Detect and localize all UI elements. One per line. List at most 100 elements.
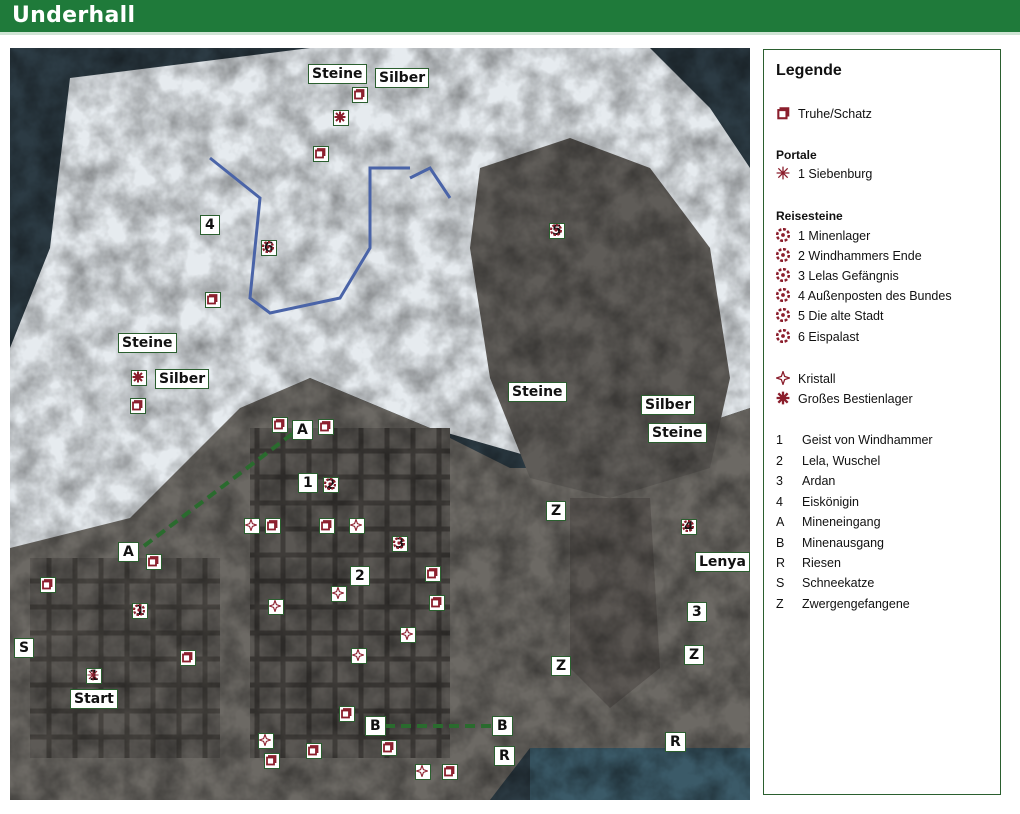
legend-key: 3 bbox=[776, 474, 783, 488]
travel-stone-icon bbox=[776, 268, 790, 282]
beast-camp-icon[interactable] bbox=[333, 110, 349, 126]
beast-camp-icon[interactable] bbox=[131, 370, 147, 386]
legend-key: 4 bbox=[776, 495, 783, 509]
legend-label: Lela, Wuschel bbox=[802, 454, 881, 468]
map-area[interactable]: Steine Silber Steine Silber Steine Silbe… bbox=[10, 48, 750, 800]
label-snowcat-s: S bbox=[14, 638, 35, 658]
travel-stone-marker[interactable]: 5 bbox=[549, 223, 565, 239]
crystal-icon[interactable] bbox=[258, 733, 274, 749]
chest-icon[interactable] bbox=[313, 146, 329, 162]
label-start: Start bbox=[70, 689, 118, 709]
label-silber-north: Silber bbox=[375, 68, 430, 88]
legend-label: Schneekatze bbox=[802, 576, 875, 590]
chest-icon[interactable] bbox=[264, 753, 280, 769]
crystal-icon[interactable] bbox=[331, 586, 347, 602]
crystal-icon[interactable] bbox=[349, 518, 365, 534]
legend-label: 2 Windhammers Ende bbox=[798, 249, 922, 263]
travel-stone-marker[interactable]: 3 bbox=[392, 536, 408, 552]
legend-item-stone: 3 Lelas Gefängnis bbox=[776, 268, 899, 284]
chest-icon[interactable] bbox=[205, 292, 221, 308]
legend-key-row: A Mineneingang bbox=[776, 514, 881, 530]
legend-label: 1 Siebenburg bbox=[798, 167, 873, 181]
legend-key: A bbox=[776, 515, 785, 529]
legend-key-row: Z Zwergengefangene bbox=[776, 596, 910, 612]
chest-icon[interactable] bbox=[130, 398, 146, 414]
legend-label: Zwergengefangene bbox=[802, 597, 910, 611]
legend-label: Großes Bestienlager bbox=[798, 392, 913, 406]
travel-stone-icon bbox=[776, 248, 790, 262]
legend-item-beast-camp: Großes Bestienlager bbox=[776, 391, 913, 407]
label-dwarves-z-2: Z bbox=[551, 656, 572, 676]
label-steine-center: Steine bbox=[508, 382, 567, 402]
chest-icon[interactable] bbox=[339, 706, 355, 722]
legend-key-row: S Schneekatze bbox=[776, 575, 874, 591]
legend-label: Truhe/Schatz bbox=[798, 107, 872, 121]
chest-icon[interactable] bbox=[146, 554, 162, 570]
label-silber-east: Silber bbox=[641, 395, 696, 415]
chest-icon[interactable] bbox=[272, 417, 288, 433]
legend-item-stone: 4 Außenposten des Bundes bbox=[776, 288, 952, 304]
legend-key: S bbox=[776, 576, 785, 590]
label-giants-r-2: R bbox=[665, 732, 686, 752]
legend-label: 5 Die alte Stadt bbox=[798, 309, 884, 323]
label-npc-3: 3 bbox=[687, 602, 707, 622]
legend-key: R bbox=[776, 556, 786, 570]
legend-key: 1 bbox=[776, 433, 783, 447]
travel-stone-marker[interactable]: 4 bbox=[681, 519, 697, 535]
travel-stone-icon bbox=[776, 228, 790, 242]
legend-panel: Legende Truhe/Schatz Portale 1 Siebenbur… bbox=[763, 49, 1001, 795]
chest-icon[interactable] bbox=[318, 419, 334, 435]
chest-icon[interactable] bbox=[180, 650, 196, 666]
title-underline bbox=[0, 32, 1020, 35]
legend-key-row: 2 Lela, Wuschel bbox=[776, 453, 880, 469]
travel-stone-marker[interactable]: 1 bbox=[132, 603, 148, 619]
label-mine-exit-b: B bbox=[365, 716, 386, 736]
page-title: Underhall bbox=[12, 3, 136, 28]
chest-icon[interactable] bbox=[40, 577, 56, 593]
legend-key-row: 3 Ardan bbox=[776, 473, 835, 489]
crystal-icon[interactable] bbox=[415, 764, 431, 780]
crystal-icon[interactable] bbox=[351, 648, 367, 664]
chest-icon[interactable] bbox=[352, 87, 368, 103]
label-mine-entrance-a: A bbox=[292, 420, 313, 440]
label-silber-west: Silber bbox=[155, 369, 210, 389]
legend-label: 4 Außenposten des Bundes bbox=[798, 289, 952, 303]
legend-title: Legende bbox=[776, 62, 842, 79]
travel-stone-marker[interactable]: 2 bbox=[323, 477, 339, 493]
chest-icon[interactable] bbox=[306, 743, 322, 759]
label-steine-north: Steine bbox=[308, 64, 367, 84]
travel-stone-marker[interactable]: 6 bbox=[261, 240, 277, 256]
legend-key: Z bbox=[776, 597, 784, 611]
legend-label: Minenausgang bbox=[802, 536, 885, 550]
crystal-icon[interactable] bbox=[400, 627, 416, 643]
label-mine-exit-b-2: B bbox=[492, 716, 513, 736]
legend-label: Kristall bbox=[798, 372, 836, 386]
portal-marker[interactable]: 1 bbox=[86, 668, 102, 684]
legend-label: Ardan bbox=[802, 474, 836, 488]
chest-icon[interactable] bbox=[425, 566, 441, 582]
legend-key: 2 bbox=[776, 454, 783, 468]
legend-key: B bbox=[776, 536, 785, 550]
label-lenya: Lenya bbox=[695, 552, 750, 572]
chest-icon[interactable] bbox=[429, 595, 445, 611]
legend-item-stone: 1 Minenlager bbox=[776, 228, 870, 244]
legend-item-chest: Truhe/Schatz bbox=[776, 106, 872, 122]
crystal-icon[interactable] bbox=[268, 599, 284, 615]
legend-label: 6 Eispalast bbox=[798, 330, 860, 344]
legend-item-crystal: Kristall bbox=[776, 371, 836, 387]
legend-item-stone: 6 Eispalast bbox=[776, 329, 859, 345]
crystal-icon[interactable] bbox=[244, 518, 260, 534]
label-mine-entrance-a-2: A bbox=[118, 542, 139, 562]
travel-stone-icon bbox=[776, 308, 790, 322]
legend-key-row: R Riesen bbox=[776, 555, 841, 571]
portal-icon bbox=[776, 166, 790, 180]
chest-icon[interactable] bbox=[381, 740, 397, 756]
label-npc-4: 4 bbox=[200, 215, 220, 235]
legend-key-row: B Minenausgang bbox=[776, 535, 884, 551]
legend-label: Geist von Windhammer bbox=[802, 433, 933, 447]
chest-icon[interactable] bbox=[319, 518, 335, 534]
label-dwarves-z: Z bbox=[546, 501, 567, 521]
chest-icon[interactable] bbox=[265, 518, 281, 534]
travel-stone-icon bbox=[776, 288, 790, 302]
chest-icon[interactable] bbox=[442, 764, 458, 780]
